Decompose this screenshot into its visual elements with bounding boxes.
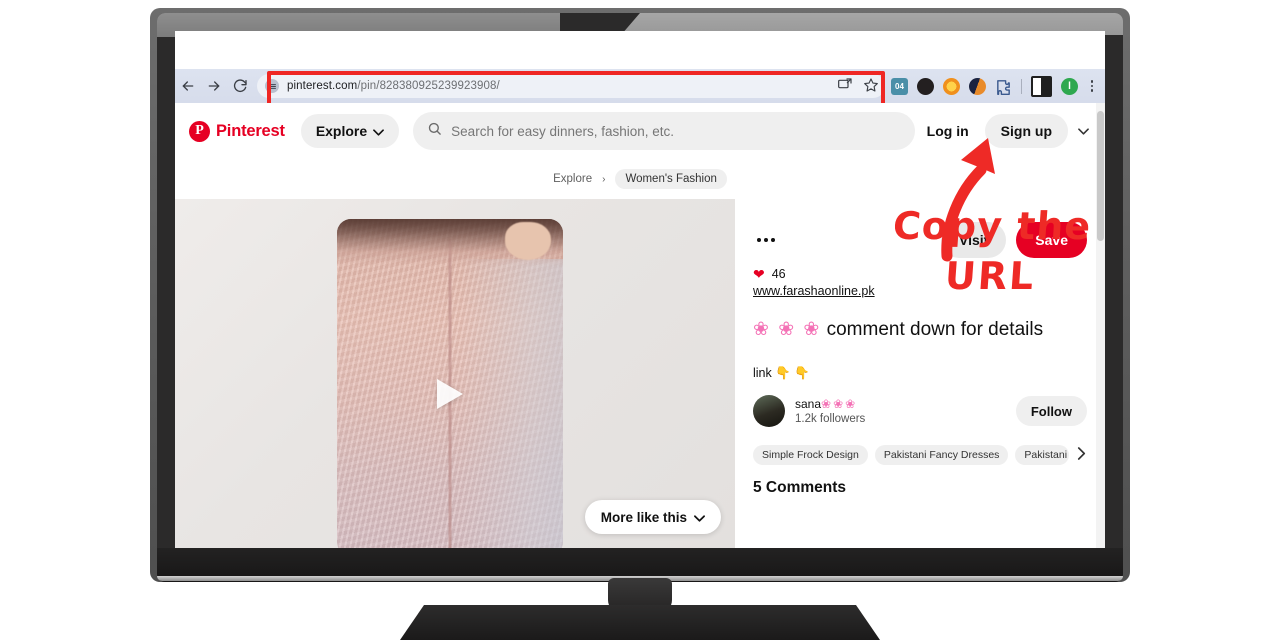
browser-tabstrip-area	[175, 31, 1105, 69]
tag-chip[interactable]: Simple Frock Design	[753, 445, 868, 465]
reload-icon[interactable]	[227, 73, 253, 99]
breadcrumb: Explore › Women's Fashion	[175, 159, 1105, 199]
signup-button[interactable]: Sign up	[984, 114, 1068, 148]
address-bar[interactable]: pinterest.com/pin/828380925239923908/	[257, 74, 885, 98]
omnibox-actions	[837, 77, 879, 93]
extension-icon-yin-yang[interactable]	[969, 77, 986, 95]
search-input[interactable]: Search for easy dinners, fashion, etc.	[413, 112, 915, 150]
site-settings-icon[interactable]	[265, 79, 279, 93]
pointing-down-emoji: 👇 👇	[775, 366, 810, 380]
heart-reaction-icon[interactable]: ❤	[753, 267, 765, 281]
description-flowers: ❀ ❀ ❀	[753, 319, 822, 340]
description-text: comment down for details	[826, 319, 1044, 340]
login-button[interactable]: Log in	[915, 123, 981, 139]
model-hand	[505, 222, 551, 260]
extension-icon-blue-square[interactable]: 04	[891, 77, 908, 95]
account-chevron-down-icon[interactable]	[1078, 122, 1089, 140]
pin-actions-row: Visit Save	[753, 221, 1087, 259]
explore-button[interactable]: Explore	[300, 114, 400, 148]
pinterest-p-icon: P	[189, 120, 210, 142]
breadcrumb-root[interactable]: Explore	[553, 173, 592, 185]
pin-description: ❀ ❀ ❀ comment down for details	[753, 316, 1087, 344]
more-like-this-button[interactable]: More like this	[584, 500, 721, 534]
extension-icon-orange-gear[interactable]	[943, 77, 960, 95]
monitor-screen: pinterest.com/pin/828380925239923908/ 04	[175, 31, 1105, 556]
avatar[interactable]	[753, 395, 785, 427]
extensions-area: 04 l	[891, 75, 1082, 97]
pin-link-line: link 👇 👇	[753, 366, 1087, 381]
forward-arrow-icon[interactable]	[201, 73, 227, 99]
omnibox-wrapper: pinterest.com/pin/828380925239923908/	[257, 74, 885, 98]
tag-chip[interactable]: Pakistani Fashion Ca	[1015, 445, 1069, 465]
address-bar-url: pinterest.com/pin/828380925239923908/	[287, 80, 500, 92]
pin-media-panel[interactable]: More like this	[175, 199, 735, 556]
monitor-stand-base	[400, 605, 880, 640]
screenshot-root: pinterest.com/pin/828380925239923908/ 04	[0, 0, 1280, 640]
author-followers: 1.2k followers	[795, 413, 866, 425]
dress-highlight	[459, 259, 563, 556]
breadcrumb-current[interactable]: Women's Fashion	[615, 169, 727, 189]
pinterest-logo-text: Pinterest	[216, 121, 285, 140]
source-link[interactable]: www.farashaonline.pk	[753, 284, 1087, 298]
extension-icon-split-panel[interactable]	[1031, 75, 1052, 97]
pin-info-panel: Visit Save ❤ 46 www.farashaonline.pk ❀ ❀…	[735, 199, 1105, 556]
tag-chip[interactable]: Pakistani Fancy Dresses	[874, 445, 1009, 465]
pin-author-row: sana❀❀❀ 1.2k followers Follow	[753, 395, 1087, 427]
browser-toolbar: pinterest.com/pin/828380925239923908/ 04	[175, 69, 1105, 103]
author-meta: sana❀❀❀ 1.2k followers	[795, 397, 1016, 425]
star-icon[interactable]	[863, 77, 879, 93]
kebab-menu-icon[interactable]	[1084, 80, 1100, 92]
more-like-this-label: More like this	[600, 509, 687, 525]
pinterest-header: P Pinterest Explore Search for easy dinn…	[175, 103, 1105, 159]
extension-icon-dark-circle[interactable]	[917, 77, 934, 95]
page-scrollbar-thumb[interactable]	[1097, 111, 1104, 241]
author-name: sana	[795, 397, 822, 411]
pin-primary-actions: Visit Save	[940, 222, 1087, 258]
extension-icon-puzzle[interactable]	[995, 78, 1012, 95]
link-line-text: link	[753, 366, 772, 380]
pinterest-logo[interactable]: P Pinterest	[189, 120, 285, 142]
chevron-down-icon	[373, 123, 385, 139]
cast-icon[interactable]	[837, 77, 853, 93]
pin-detail: More like this Visit Save ❤ 46 www.faras…	[175, 199, 1105, 556]
author-name-flowers: ❀❀❀	[821, 397, 858, 411]
comments-heading: 5 Comments	[753, 479, 847, 496]
save-button[interactable]: Save	[1016, 222, 1087, 258]
related-tags: Simple Frock Design Pakistani Fancy Dres…	[753, 445, 1087, 465]
visit-button[interactable]: Visit	[940, 222, 1007, 258]
reaction-row: ❤ 46	[753, 267, 1087, 281]
toolbar-divider	[1021, 78, 1022, 94]
breadcrumb-separator-icon: ›	[602, 173, 606, 185]
follow-button[interactable]: Follow	[1015, 396, 1087, 426]
more-options-dots-icon[interactable]	[753, 238, 775, 242]
chevron-right-icon[interactable]	[1076, 447, 1087, 463]
author-name-row[interactable]: sana❀❀❀	[795, 397, 1016, 411]
explore-label: Explore	[315, 123, 368, 139]
chevron-down-icon	[694, 510, 705, 525]
search-icon	[427, 121, 442, 141]
pin-video-thumbnail[interactable]	[337, 219, 563, 556]
play-triangle-icon[interactable]	[437, 379, 463, 410]
back-arrow-icon[interactable]	[175, 73, 201, 99]
extension-icon-green-profile[interactable]: l	[1061, 77, 1078, 95]
reaction-count: 46	[771, 267, 786, 281]
search-placeholder: Search for easy dinners, fashion, etc.	[451, 123, 675, 139]
